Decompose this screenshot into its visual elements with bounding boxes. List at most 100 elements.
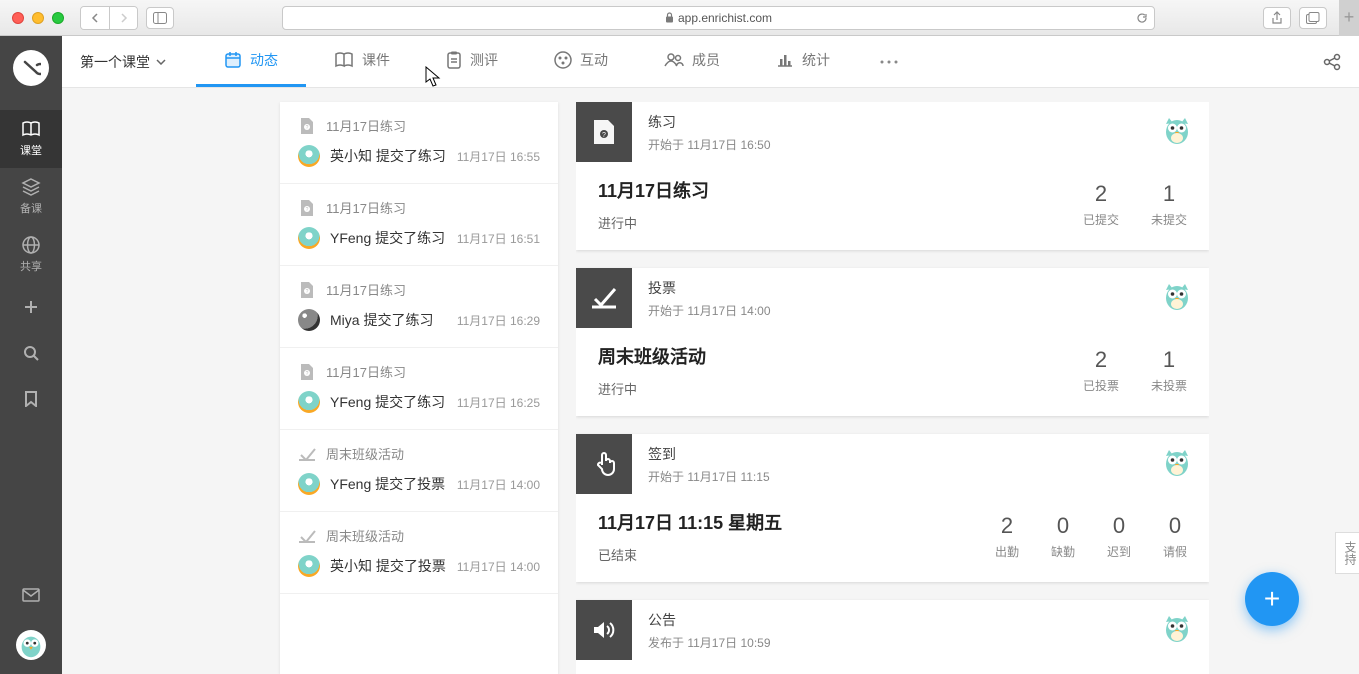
svg-text:?: ?	[602, 132, 606, 139]
card-status: 进行中	[598, 379, 706, 398]
new-tab-button[interactable]: +	[1339, 0, 1359, 36]
stat-number: 2	[1083, 347, 1119, 373]
address-bar[interactable]: app.enrichist.com	[282, 6, 1155, 30]
fab-add-button[interactable]: +	[1245, 572, 1299, 626]
stat-label: 请假	[1163, 543, 1187, 560]
feed-item[interactable]: ? 11月17日练习 YFeng 提交了练习 11月17日 16:51	[280, 184, 558, 266]
tab-label: 动态	[250, 50, 278, 70]
feed-head-text: 11月17日练习	[326, 280, 406, 299]
class-selector[interactable]: 第一个课堂	[80, 52, 166, 72]
tab-label: 统计	[802, 50, 830, 70]
topbar: 第一个课堂 动态 课件 测评 互动 成员 统计	[62, 36, 1359, 88]
rail-label: 共享	[20, 258, 42, 274]
support-tab[interactable]: 支持	[1335, 532, 1359, 574]
minimize-window-button[interactable]	[32, 12, 44, 24]
activity-card[interactable]: 签到 开始于 11月17日 11:15 11月17日 11:15 星期五 已结束…	[576, 434, 1209, 582]
activity-card[interactable]: 公告 发布于 11月17日 10:59 欢迎关注英知服务号 11	[576, 600, 1209, 674]
cards-column[interactable]: ? 练习 开始于 11月17日 16:50 11月17日练习 进行中 2 已提交 1…	[576, 102, 1209, 674]
tab-label: 成员	[692, 50, 720, 70]
svg-text:?: ?	[306, 371, 309, 377]
owl-icon	[1161, 612, 1193, 644]
feed-time: 11月17日 16:29	[457, 312, 540, 329]
feed-item[interactable]: ? 11月17日练习 Miya 提交了练习 11月17日 16:29	[280, 266, 558, 348]
left-rail: 课堂备课共享	[0, 36, 62, 674]
stat-label: 已提交	[1083, 211, 1119, 228]
card-status: 已结束	[598, 545, 782, 564]
user-avatar-small	[298, 391, 320, 413]
mail-button[interactable]	[0, 572, 62, 618]
card-type-icon: ?	[576, 102, 632, 162]
tab-label: 课件	[362, 50, 390, 70]
stat-label: 缺勤	[1051, 543, 1075, 560]
chevron-down-icon	[156, 59, 166, 65]
back-button[interactable]	[81, 7, 109, 29]
card-type: 练习	[648, 112, 1145, 132]
close-window-button[interactable]	[12, 12, 24, 24]
stat-label: 未投票	[1151, 377, 1187, 394]
user-avatar-small	[298, 227, 320, 249]
activity-card[interactable]: ? 练习 开始于 11月17日 16:50 11月17日练习 进行中 2已提交1…	[576, 102, 1209, 250]
feed-head-text: 11月17日练习	[326, 362, 406, 381]
feed-time: 11月17日 16:55	[457, 148, 540, 165]
card-title: 11月17日练习	[598, 177, 709, 203]
feed-head-text: 周末班级活动	[326, 444, 404, 463]
vote-icon	[298, 445, 316, 463]
stat-number: 2	[1083, 181, 1119, 207]
tab-book-open[interactable]: 课件	[306, 36, 418, 87]
rail-item-stack[interactable]: 备课	[0, 168, 62, 226]
feed-text: Miya 提交了练习	[330, 310, 433, 330]
feed-text: YFeng 提交了练习	[330, 228, 445, 248]
feed-item[interactable]: 周末班级活动 英小知 提交了投票 11月17日 14:00	[280, 512, 558, 594]
feed-head-text: 11月17日练习	[326, 116, 406, 135]
feed-text: 英小知 提交了练习	[330, 146, 446, 166]
feed-item[interactable]: ? 11月17日练习 YFeng 提交了练习 11月17日 16:25	[280, 348, 558, 430]
stat-number: 0	[1051, 513, 1075, 539]
reload-icon[interactable]	[1136, 12, 1148, 24]
feed-text: 英小知 提交了投票	[330, 556, 446, 576]
feed-item[interactable]: ? 11月17日练习 英小知 提交了练习 11月17日 16:55	[280, 102, 558, 184]
tab-clipboard[interactable]: 测评	[418, 36, 526, 87]
bookmark-button[interactable]	[0, 376, 62, 422]
stat-number: 0	[1163, 513, 1187, 539]
tab-label: 互动	[580, 50, 608, 70]
doc-icon: ?	[298, 199, 316, 217]
card-subtitle: 开始于 11月17日 16:50	[648, 136, 1145, 153]
activity-feed[interactable]: ? 11月17日练习 英小知 提交了练习 11月17日 16:55 ? 11月1…	[280, 102, 558, 674]
forward-button[interactable]	[109, 7, 137, 29]
rail-item-globe[interactable]: 共享	[0, 226, 62, 284]
tab-bar-chart[interactable]: 统计	[748, 36, 858, 87]
user-avatar[interactable]	[16, 630, 46, 660]
calendar-icon	[224, 51, 242, 69]
card-type-icon	[576, 434, 632, 494]
more-button[interactable]	[868, 60, 910, 64]
tab-people[interactable]: 成员	[636, 36, 748, 87]
rail-item-book[interactable]: 课堂	[0, 110, 62, 168]
user-avatar-small	[298, 555, 320, 577]
feed-item[interactable]: 周末班级活动 YFeng 提交了投票 11月17日 14:00	[280, 430, 558, 512]
search-button[interactable]	[0, 330, 62, 376]
doc-icon: ?	[298, 281, 316, 299]
feed-time: 11月17日 16:51	[457, 230, 540, 247]
card-subtitle: 开始于 11月17日 11:15	[648, 468, 1145, 485]
stat: 1未投票	[1151, 347, 1187, 394]
owl-icon	[1161, 114, 1193, 146]
activity-card[interactable]: 投票 开始于 11月17日 14:00 周末班级活动 进行中 2已投票1未投票	[576, 268, 1209, 416]
svg-text:?: ?	[306, 289, 309, 295]
card-title: 11月17日 11:15 星期五	[598, 509, 782, 535]
stat-label: 出勤	[995, 543, 1019, 560]
sidebar-toggle-button[interactable]	[146, 7, 174, 29]
tabs-button[interactable]	[1299, 7, 1327, 29]
rail-label: 课堂	[20, 142, 42, 158]
tab-share-circle[interactable]: 互动	[526, 36, 636, 87]
people-icon	[664, 53, 684, 67]
card-title: 周末班级活动	[598, 343, 706, 369]
stat: 2 已提交	[1083, 181, 1119, 228]
share-button[interactable]	[1263, 7, 1291, 29]
tab-calendar[interactable]: 动态	[196, 36, 306, 87]
maximize-window-button[interactable]	[52, 12, 64, 24]
add-button[interactable]	[0, 284, 62, 330]
doc-icon: ?	[298, 117, 316, 135]
share-icon[interactable]	[1323, 53, 1341, 71]
class-name: 第一个课堂	[80, 52, 150, 72]
app-logo[interactable]	[13, 50, 49, 86]
